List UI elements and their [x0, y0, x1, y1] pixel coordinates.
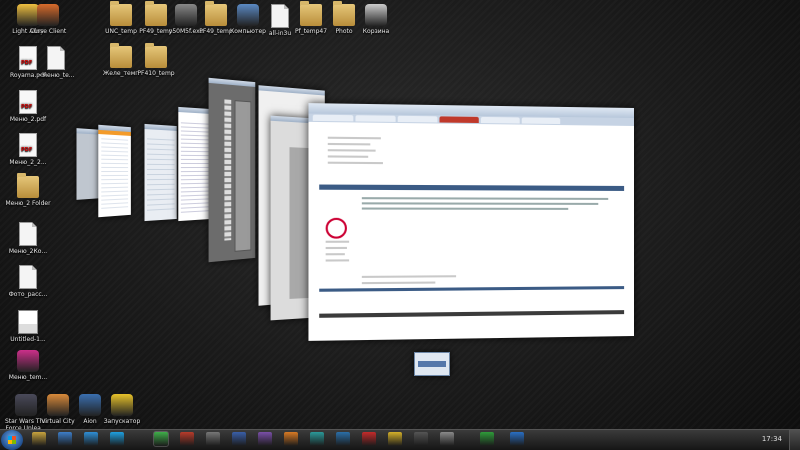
flip3d-window-2[interactable]: [98, 125, 131, 218]
desktop-icon[interactable]: Меню_2.pdf: [2, 90, 54, 123]
desktop-icon[interactable]: Меню_2_2...: [2, 133, 54, 166]
forum-page: [319, 130, 624, 330]
desktop-icon[interactable]: Меню_2Ко...: [2, 222, 54, 255]
desktop-icon-label: Untitled-1...: [10, 336, 45, 343]
taskbar-button-app-yellow[interactable]: [388, 432, 402, 446]
desktop-icon-label: Меню_2 Folder: [5, 200, 50, 207]
pdf-icon: [19, 90, 37, 114]
app-icon: [365, 4, 387, 26]
doc-icon: [19, 265, 37, 289]
desktop-icon-label: Меню_tem...: [9, 374, 47, 381]
desktop-icon-label: Запускатор: [104, 418, 141, 425]
desktop-icon[interactable]: Curse Client: [22, 4, 74, 35]
taskbar-button-app-dark[interactable]: [414, 432, 428, 446]
desktop-icon[interactable]: PF410_temp: [130, 46, 182, 77]
taskbar-button-app-blue[interactable]: [232, 432, 246, 446]
desktop-icon[interactable]: Запускатор: [96, 394, 148, 425]
taskbar-button-app-orange[interactable]: [284, 432, 298, 446]
desktop-icon-label: Корзина: [363, 28, 389, 35]
pdf-icon: [19, 133, 37, 157]
folder-icon: [17, 176, 39, 198]
doc-icon: [47, 46, 65, 70]
taskbar-button-app-green[interactable]: [154, 432, 168, 446]
taskbar-button-app-red[interactable]: [180, 432, 194, 446]
desktop-icon-label: Фото_расс...: [9, 291, 48, 298]
taskbar-button-skype[interactable]: [110, 432, 124, 446]
folder-icon: [110, 4, 132, 26]
clock[interactable]: 17:34: [762, 435, 782, 443]
flip3d-window-browser-forum[interactable]: [308, 103, 634, 341]
folder-icon: [110, 46, 132, 68]
taskbar-button-app-green-2[interactable]: [480, 432, 494, 446]
desktop-icon[interactable]: Untitled-1...: [2, 310, 54, 343]
flip3d-window-1[interactable]: [76, 128, 100, 200]
desktop-icon-label: Меню_2_2...: [9, 159, 46, 166]
desktop-icon-label: Aion: [83, 418, 96, 425]
desktop-icon-label: Меню_2Ко...: [9, 248, 47, 255]
flip3d-window-photoshop-1[interactable]: [209, 78, 256, 262]
desktop-icon[interactable]: Корзина: [350, 4, 402, 35]
taskbar-button-app-gray[interactable]: [206, 432, 220, 446]
desktop-icon[interactable]: Меню_tem...: [2, 350, 54, 381]
taskbar: 17:34: [0, 429, 800, 450]
app-icon: [17, 350, 39, 372]
flip3d-window-3[interactable]: [145, 124, 177, 221]
taskbar-button-media[interactable]: [58, 432, 72, 446]
flip3d-window-minimized[interactable]: [414, 352, 450, 376]
flip3d-window-4[interactable]: [178, 107, 211, 221]
desktop-icon[interactable]: Фото_расс...: [2, 265, 54, 298]
start-button[interactable]: [1, 430, 23, 450]
desktop-icon-label: Меню_2.pdf: [10, 116, 46, 123]
desktop-icon-label: ~меню_te...: [38, 72, 75, 79]
app-icon: [111, 394, 133, 416]
taskbar-button-app-blue-2[interactable]: [510, 432, 524, 446]
taskbar-button-app-red-2[interactable]: [362, 432, 376, 446]
desktop-icon-label: Curse Client: [30, 28, 67, 35]
taskbar-button-explorer[interactable]: [32, 432, 46, 446]
taskbar-button-browser-1[interactable]: [84, 432, 98, 446]
folder-icon: [145, 46, 167, 68]
taskbar-button-app-purple[interactable]: [258, 432, 272, 446]
show-desktop-button[interactable]: [789, 430, 800, 450]
app-icon: [37, 4, 59, 26]
taskbar-button-app-gray-2[interactable]: [440, 432, 454, 446]
user-avatar: [326, 218, 347, 239]
taskbar-button-photoshop[interactable]: [336, 432, 350, 446]
taskbar-button-app-teal[interactable]: [310, 432, 324, 446]
desktop-icon[interactable]: Меню_2 Folder: [2, 176, 54, 207]
png-icon: [18, 310, 38, 334]
system-tray[interactable]: [724, 436, 754, 444]
desktop-icon-label: PF410_temp: [137, 70, 174, 77]
doc-icon: [19, 222, 37, 246]
desktop-icon[interactable]: ~меню_te...: [30, 46, 82, 79]
